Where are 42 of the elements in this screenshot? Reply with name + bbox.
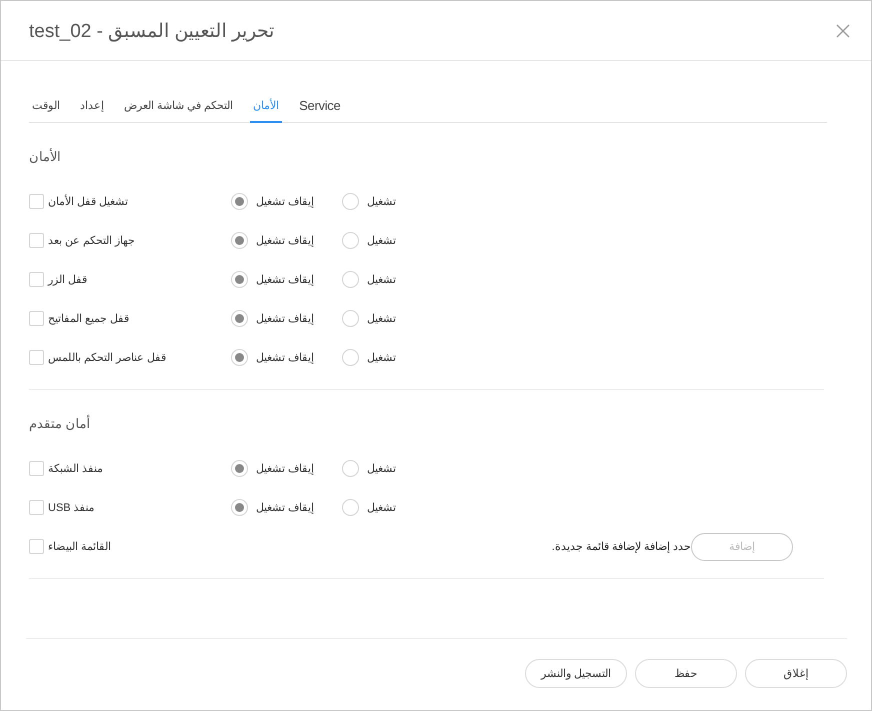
radio-option[interactable]: تشغيل	[342, 310, 396, 327]
row-label: قفل جميع المفاتيح	[48, 312, 130, 325]
checkbox[interactable]	[29, 311, 44, 326]
radio-option[interactable]: إيقاف تشغيل	[231, 499, 314, 516]
radio-option[interactable]: إيقاف تشغيل	[231, 193, 314, 210]
checkbox[interactable]	[29, 461, 44, 476]
footer-button[interactable]: حفظ	[635, 659, 737, 688]
section-title: أمان متقدم	[29, 416, 92, 431]
checkbox[interactable]	[29, 272, 44, 287]
row-label: منفذ USB	[48, 501, 95, 514]
radio-option[interactable]: إيقاف تشغيل	[231, 460, 314, 477]
radio-option[interactable]: تشغيل	[342, 460, 396, 477]
tab[interactable]: التحكم في شاشة العرض	[121, 98, 236, 123]
close-icon[interactable]	[835, 22, 851, 38]
row-label: منفذ الشبكة	[48, 462, 104, 475]
radio-option[interactable]: إيقاف تشغيل	[231, 349, 314, 366]
radio-option[interactable]: تشغيل	[342, 499, 396, 516]
row-label: القائمة البيضاء	[48, 540, 112, 553]
checkbox[interactable]	[29, 194, 44, 209]
radio-option[interactable]: إيقاف تشغيل	[231, 271, 314, 288]
radio-option[interactable]: تشغيل	[342, 232, 396, 249]
checkbox[interactable]	[29, 233, 44, 248]
row-label: قفل عناصر التحكم باللمس	[48, 351, 166, 364]
checkbox[interactable]	[29, 539, 44, 554]
row-label: تشغيل قفل الأمان	[48, 195, 128, 208]
radio-option[interactable]: تشغيل	[342, 271, 396, 288]
row-label: قفل الزر	[48, 273, 88, 286]
hint-text: حدد إضافة لإضافة قائمة جديدة.	[550, 540, 691, 553]
tab[interactable]: إعداد	[77, 98, 107, 123]
footer-button[interactable]: التسجيل والنشر	[525, 659, 627, 688]
tab[interactable]: الوقت	[29, 98, 63, 123]
radio-option[interactable]: تشغيل	[342, 349, 396, 366]
section-title: الأمان	[29, 149, 62, 164]
radio-option[interactable]: إيقاف تشغيل	[231, 310, 314, 327]
checkbox[interactable]	[29, 500, 44, 515]
tab[interactable]: Service	[296, 98, 344, 123]
dialog-title: تحرير التعيين المسبق - test_02	[29, 20, 274, 42]
radio-option[interactable]: إيقاف تشغيل	[231, 232, 314, 249]
footer-button[interactable]: إغلاق	[745, 659, 847, 688]
checkbox[interactable]	[29, 350, 44, 365]
radio-option[interactable]: تشغيل	[342, 193, 396, 210]
row-label: جهاز التحكم عن بعد	[48, 234, 136, 247]
